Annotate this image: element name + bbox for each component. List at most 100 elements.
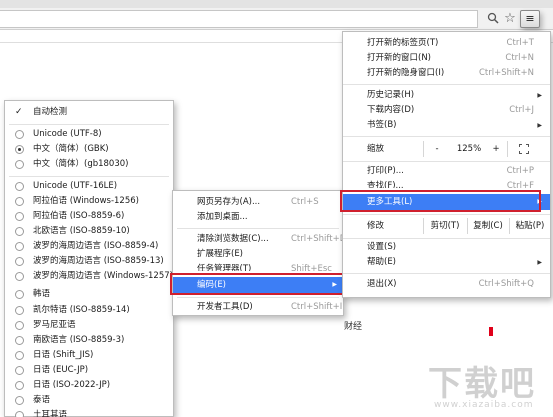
menu-item-label: 波罗的海周边语言 (ISO-8859-13)	[33, 256, 164, 266]
address-bar[interactable]	[0, 10, 478, 28]
browser-toolbar: ☆ ≡	[0, 0, 553, 30]
menu-item-label: 任务管理器(T)	[197, 264, 252, 271]
menu-separator	[343, 84, 550, 85]
star-icon[interactable]: ☆	[503, 12, 517, 26]
menu-item-encoding[interactable]: 罗马尼亚语	[5, 318, 173, 333]
menu-item-auto-detect[interactable]: ✓ 自动检测	[5, 105, 173, 120]
menu-separator	[177, 228, 339, 229]
menu-item-new-window[interactable]: 打开新的窗口(N) Ctrl+N	[343, 51, 550, 66]
chrome-main-menu: 打开新的标签页(T) Ctrl+T 打开新的窗口(N) Ctrl+N 打开新的隐…	[342, 31, 551, 298]
menu-item-print[interactable]: 打印(P)... Ctrl+P	[343, 164, 550, 179]
menu-item-exit[interactable]: 退出(X) Ctrl+Shift+Q	[343, 277, 550, 292]
menu-item-encoding[interactable]: 日语 (EUC-JP)	[5, 363, 173, 378]
radio-icon	[15, 336, 24, 345]
menu-separator	[343, 238, 550, 239]
menu-item-downloads[interactable]: 下载内容(D) Ctrl+J	[343, 103, 550, 118]
cut-button[interactable]: 剪切(T)	[423, 215, 467, 237]
menu-item-label: 打印(P)...	[367, 166, 404, 176]
menu-item-more-tools[interactable]: 更多工具(L) ▶	[343, 194, 550, 210]
radio-icon	[15, 242, 24, 251]
menu-item-encoding[interactable]: Unicode (UTF-8)	[5, 127, 173, 142]
menu-item-label: 清除浏览数据(C)...	[197, 234, 269, 244]
radio-icon	[15, 290, 24, 299]
paste-button[interactable]: 粘贴(P)	[509, 215, 551, 237]
menu-item-clear-browsing-data[interactable]: 清除浏览数据(C)... Ctrl+Shift+Del	[173, 232, 354, 247]
zoom-out-button[interactable]: -	[423, 138, 451, 160]
magnifier-icon[interactable]	[486, 12, 500, 26]
menu-item-encoding[interactable]: 波罗的海周边语言 (Windows-1257)	[5, 269, 173, 284]
menu-item-label: 韩语	[33, 289, 51, 299]
submenu-arrow-icon: ▶	[537, 122, 542, 129]
menu-item-save-page[interactable]: 网页另存为(A)... Ctrl+S	[173, 195, 343, 210]
checkmark-icon: ✓	[15, 107, 23, 117]
watermark-url: www.xiazaiba.com	[434, 400, 534, 410]
edit-row: 修改 剪切(T) 复制(C) 粘贴(P)	[343, 215, 550, 237]
menu-item-encoding[interactable]: 泰语	[5, 393, 173, 408]
radio-icon	[15, 351, 24, 360]
menu-item-label: 查找(F)...	[367, 181, 404, 188]
radio-icon	[15, 381, 24, 390]
menu-separator	[9, 176, 169, 177]
more-tools-submenu: 网页另存为(A)... Ctrl+S 添加到桌面... 清除浏览数据(C)...…	[172, 190, 354, 316]
menu-separator	[9, 124, 169, 125]
menu-separator	[343, 136, 550, 137]
menu-item-shortcut: Ctrl+F	[506, 181, 534, 188]
menu-item-label: 中文（简体）(gb18030)	[33, 159, 129, 169]
menu-item-encoding[interactable]: 日语 (Shift_JIS)	[5, 348, 173, 363]
menu-item-label: 扩展程序(E)	[197, 249, 244, 259]
radio-icon	[15, 366, 24, 375]
menu-item-encoding[interactable]: 波罗的海周边语言 (ISO-8859-13)	[5, 254, 173, 269]
radio-icon	[15, 396, 24, 405]
menu-item-add-to-desktop[interactable]: 添加到桌面...	[173, 210, 343, 225]
menu-separator	[343, 161, 550, 162]
menu-item-new-tab[interactable]: 打开新的标签页(T) Ctrl+T	[343, 36, 550, 51]
menu-item-label: 打开新的标签页(T)	[367, 38, 439, 48]
menu-item-label: 阿拉伯语 (ISO-8859-6)	[33, 211, 125, 221]
menu-item-task-manager[interactable]: 任务管理器(T) Shift+Esc	[173, 262, 343, 271]
menu-item-help[interactable]: 帮助(E) ▶	[343, 255, 550, 270]
radio-icon	[15, 411, 24, 417]
menu-item-label: 退出(X)	[367, 279, 397, 289]
radio-icon	[15, 321, 24, 330]
menu-item-encoding[interactable]: 日语 (ISO-2022-JP)	[5, 378, 173, 393]
zoom-row: 缩放 - 125% +	[343, 138, 550, 160]
edit-label: 修改	[367, 221, 385, 231]
menu-item-label: 日语 (ISO-2022-JP)	[33, 380, 111, 390]
hamburger-menu-icon[interactable]: ≡	[520, 10, 540, 28]
menu-item-label: 波罗的海周边语言 (Windows-1257)	[33, 271, 173, 281]
menu-item-new-incognito-window[interactable]: 打开新的隐身窗口(I) Ctrl+Shift+N	[343, 66, 550, 81]
menu-item-encoding[interactable]: 阿拉伯语 (ISO-8859-6)	[5, 209, 173, 224]
watermark-logo: 下载吧 www.xiazaiba.com	[428, 356, 552, 414]
zoom-level: 125%	[456, 144, 482, 154]
menu-item-shortcut: Ctrl+Shift+I	[291, 302, 343, 312]
menu-item-label: 书签(B)	[367, 120, 397, 130]
menu-item-encoding[interactable]: 南欧语言 (ISO-8859-3)	[5, 333, 173, 348]
menu-item-find[interactable]: 查找(F)... Ctrl+F	[343, 179, 550, 188]
encoding-submenu: ✓ 自动检测 Unicode (UTF-8) 中文（简体）(GBK) 中文（简体…	[4, 100, 174, 417]
menu-item-encoding[interactable]: 土耳其语	[5, 408, 173, 417]
zoom-in-button[interactable]: +	[487, 138, 505, 160]
menu-item-label: Unicode (UTF-16LE)	[33, 181, 118, 191]
fullscreen-icon[interactable]	[519, 144, 529, 154]
menu-item-bookmarks[interactable]: 书签(B) ▶	[343, 118, 550, 133]
menu-item-encoding[interactable]: 编码(E) ▶	[173, 277, 343, 293]
menu-item-encoding[interactable]: 中文（简体）(GBK)	[5, 142, 173, 157]
menu-item-label: 网页另存为(A)...	[197, 197, 261, 207]
copy-button[interactable]: 复制(C)	[467, 215, 509, 237]
menu-item-encoding[interactable]: 波罗的海周边语言 (ISO-8859-4)	[5, 239, 173, 254]
menu-item-encoding[interactable]: Unicode (UTF-16LE)	[5, 179, 173, 194]
radio-icon	[15, 227, 24, 236]
menu-item-encoding[interactable]: 中文（简体）(gb18030)	[5, 157, 173, 172]
menu-item-label: 编码(E)	[197, 280, 227, 290]
radio-icon	[15, 272, 24, 281]
menu-item-encoding[interactable]: 北欧语言 (ISO-8859-10)	[5, 224, 173, 239]
menu-item-label: 帮助(E)	[367, 257, 397, 267]
menu-item-extensions[interactable]: 扩展程序(E)	[173, 247, 343, 262]
menu-item-history[interactable]: 历史记录(H) ▶	[343, 88, 550, 103]
menu-item-encoding[interactable]: 韩语	[5, 287, 173, 302]
menu-item-encoding[interactable]: 阿拉伯语 (Windows-1256)	[5, 194, 173, 209]
menu-item-label: 添加到桌面...	[197, 212, 248, 222]
menu-item-encoding[interactable]: 凯尔特语 (ISO-8859-14)	[5, 303, 173, 318]
menu-item-settings[interactable]: 设置(S)	[343, 240, 550, 255]
menu-item-developer-tools[interactable]: 开发者工具(D) Ctrl+Shift+I	[173, 300, 343, 315]
